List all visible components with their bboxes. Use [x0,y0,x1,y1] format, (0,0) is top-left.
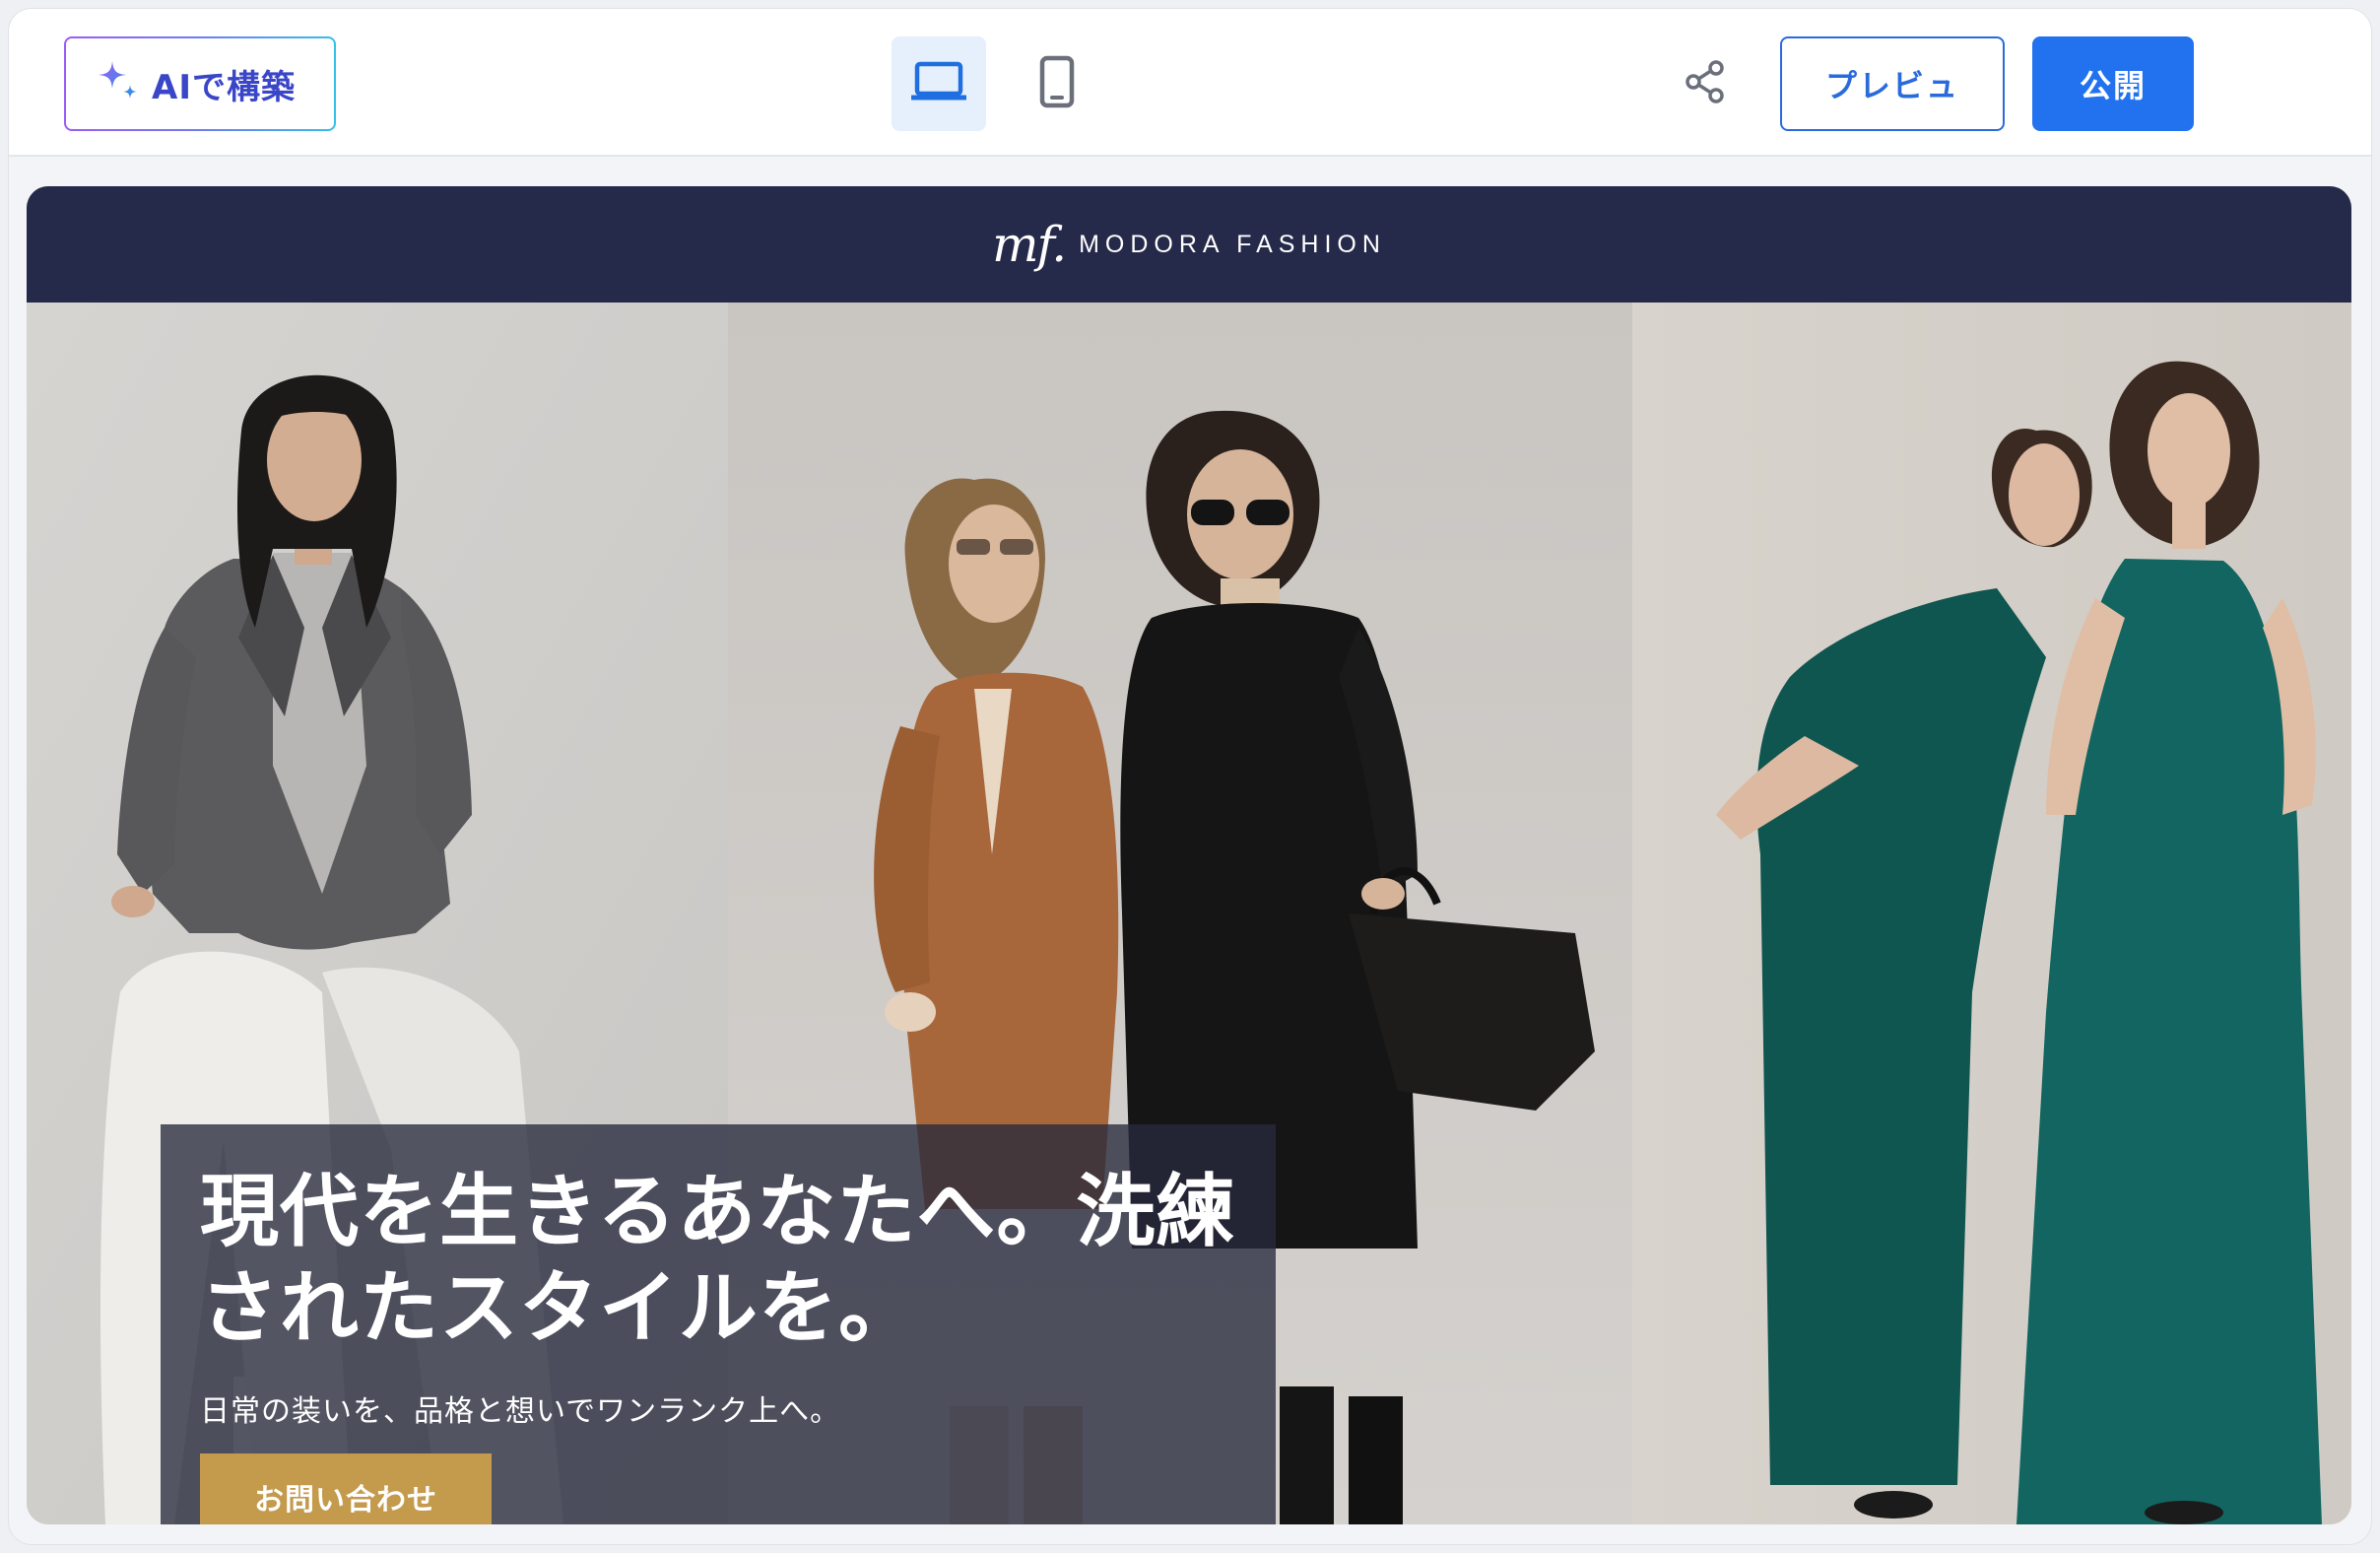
hero-photo-green-gowns [1632,303,2351,1524]
ai-build-button-inner: AIで構築 [66,38,334,129]
brand-logo-mark: mf. [992,216,1067,273]
hero-headline-line-1: 現代を生きるあなたへ。洗練 [200,1166,1236,1257]
hero-headline-line-2: されたスタイルを。 [200,1262,918,1354]
ai-build-label: AIで構築 [152,67,296,107]
share-button[interactable] [1674,52,1737,115]
publish-label: 公開 [2079,67,2147,104]
ai-build-button[interactable]: AIで構築 [64,36,336,131]
preview-label: プレビュ [1824,67,1959,104]
contact-button-label: お問い合わせ [254,1483,437,1518]
smartphone-icon [1039,55,1075,112]
editor-window: AIで構築 プレビュ 公開 mf. MODORA FASHION 現代を生きるあ… [8,8,2372,1545]
hero-headline: 現代を生きるあなたへ。洗練 されたスタイルを。 [200,1164,1236,1357]
desktop-view-button[interactable] [892,36,986,131]
hero-text-card: 現代を生きるあなたへ。洗練 されたスタイルを。 日常の装いを、品格と想いでワンラ… [161,1124,1276,1524]
laptop-icon [909,60,968,107]
share-icon [1682,58,1729,109]
site-header[interactable]: mf. MODORA FASHION [27,186,2351,303]
editor-toolbar: AIで構築 プレビュ 公開 [9,9,2371,157]
contact-button[interactable]: お問い合わせ [200,1453,492,1524]
site-preview-canvas[interactable]: mf. MODORA FASHION 現代を生きるあなたへ。洗練 されたスタイル… [27,186,2351,1524]
hero-section[interactable]: 現代を生きるあなたへ。洗練 されたスタイルを。 日常の装いを、品格と想いでワンラ… [27,303,2351,1524]
sparkle-icon [97,59,142,108]
brand-name: MODORA FASHION [1079,230,1386,258]
publish-button[interactable]: 公開 [2032,36,2194,131]
hero-subheadline: 日常の装いを、品格と想いでワンランク上へ。 [200,1394,841,1429]
preview-button[interactable]: プレビュ [1780,36,2005,131]
mobile-view-button[interactable] [1010,36,1104,131]
